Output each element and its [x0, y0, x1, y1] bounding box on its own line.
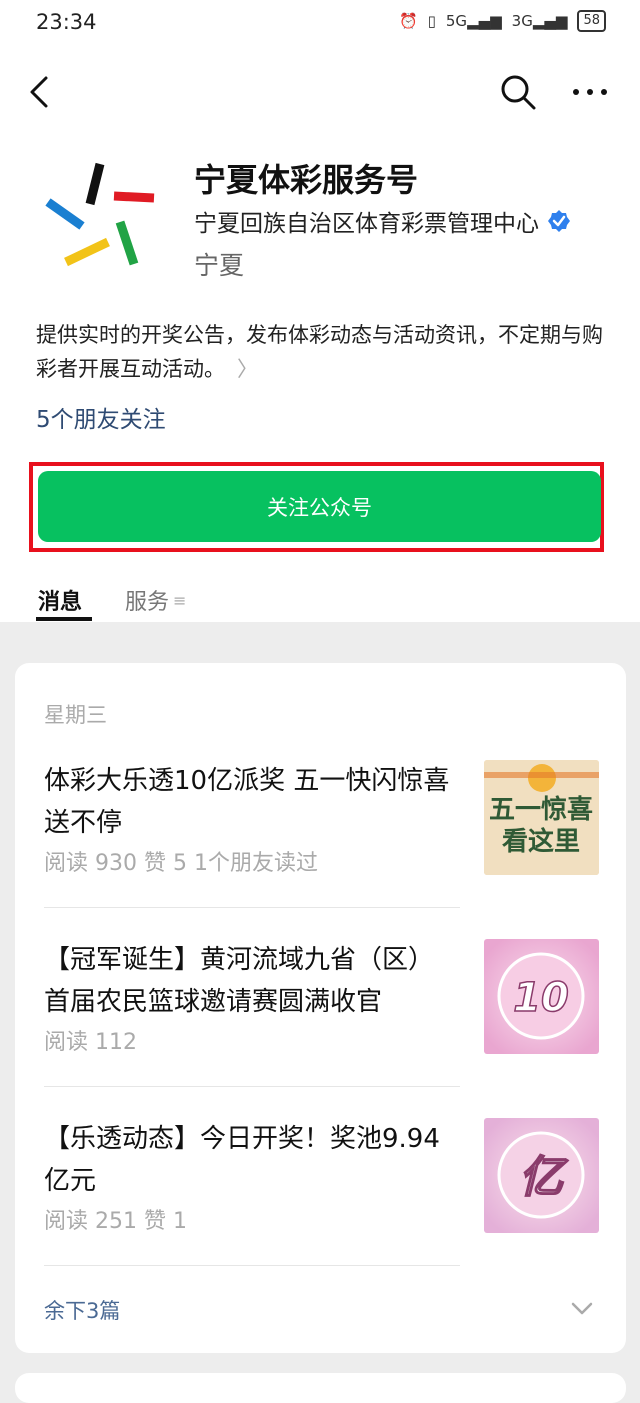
search-icon[interactable]	[498, 72, 538, 112]
article-title: 体彩大乐透10亿派奖 五一快闪惊喜送不停	[44, 766, 450, 838]
thumbnail-text-1: 五一惊喜	[489, 795, 593, 825]
remaining-articles-link[interactable]: 余下3篇	[44, 1295, 120, 1325]
more-icon[interactable]	[568, 72, 612, 112]
account-logo	[45, 162, 155, 267]
article-thumbnail: 亿	[484, 1118, 599, 1233]
article-meta: 阅读 930 赞 5 1个朋友读过	[44, 851, 318, 876]
article-meta: 阅读 112	[44, 1030, 137, 1055]
account-name: 宁夏体彩服务号	[194, 161, 419, 199]
status-icons: ⏰ ▯ 5G▂▄▆ 3G▂▄▆ 58	[399, 10, 606, 32]
account-description[interactable]: 提供实时的开奖公告，发布体彩动态与活动资讯，不定期与购彩者开展互动活动。〉	[36, 318, 611, 386]
thumbnail-art: 亿	[484, 1118, 599, 1233]
follow-button[interactable]: 关注公众号	[38, 471, 601, 542]
tab-services[interactable]: 服务 ≡	[125, 584, 186, 616]
signal-icon-2: 3G▂▄▆	[511, 12, 568, 30]
article-title: 【乐透动态】今日开奖！奖池9.94亿元	[44, 1124, 440, 1196]
next-message-card	[15, 1373, 626, 1403]
thumbnail-art: 10	[484, 939, 599, 1054]
message-card: 星期三 体彩大乐透10亿派奖 五一快闪惊喜送不停 阅读 930 赞 5 1个朋友…	[15, 663, 626, 1353]
vibrate-icon: ▯	[427, 12, 436, 30]
divider	[44, 907, 460, 908]
status-time: 23:34	[36, 10, 97, 34]
account-header: 23:34 ⏰ ▯ 5G▂▄▆ 3G▂▄▆ 58 宁夏体彩服务号 宁夏回族自治区…	[0, 0, 640, 622]
chevron-right-icon: 〉	[237, 357, 258, 381]
friends-following[interactable]: 5个朋友关注	[36, 400, 166, 434]
account-region: 宁夏	[194, 251, 245, 280]
divider	[44, 1086, 460, 1087]
verified-badge-icon	[548, 210, 570, 232]
article-title: 【冠军诞生】黄河流域九省（区）首届农民篮球邀请赛圆满收官	[44, 945, 435, 1017]
battery-icon: 58	[577, 10, 606, 32]
description-text: 提供实时的开奖公告，发布体彩动态与活动资讯，不定期与购彩者开展互动活动。	[36, 323, 603, 381]
thumbnail-art: 五一惊喜 看这里	[484, 760, 599, 875]
article-item[interactable]: 【冠军诞生】黄河流域九省（区）首届农民篮球邀请赛圆满收官 阅读 112 10	[44, 939, 600, 1059]
article-item[interactable]: 【乐透动态】今日开奖！奖池9.94亿元 阅读 251 赞 1 亿	[44, 1118, 600, 1238]
thumbnail-text: 10	[513, 975, 569, 1021]
thumbnail-text-2: 看这里	[502, 826, 580, 857]
organization-name: 宁夏回族自治区体育彩票管理中心	[194, 211, 539, 237]
divider	[44, 1265, 460, 1266]
back-icon[interactable]	[22, 72, 62, 112]
chevron-down-icon[interactable]	[567, 1293, 597, 1323]
tab-services-label: 服务	[125, 590, 170, 615]
menu-lines-icon: ≡	[173, 590, 187, 610]
article-item[interactable]: 体彩大乐透10亿派奖 五一快闪惊喜送不停 阅读 930 赞 5 1个朋友读过 五…	[44, 760, 600, 880]
article-meta: 阅读 251 赞 1	[44, 1209, 187, 1234]
active-tab-indicator	[36, 617, 92, 621]
article-thumbnail: 五一惊喜 看这里	[484, 760, 599, 875]
article-thumbnail: 10	[484, 939, 599, 1054]
thumbnail-text: 亿	[519, 1152, 569, 1203]
signal-icon-1: 5G▂▄▆	[445, 12, 502, 30]
organization-row: 宁夏回族自治区体育彩票管理中心	[194, 204, 571, 238]
alarm-icon: ⏰	[398, 12, 418, 30]
tab-messages[interactable]: 消息	[38, 584, 82, 616]
weekday-label: 星期三	[44, 703, 107, 727]
